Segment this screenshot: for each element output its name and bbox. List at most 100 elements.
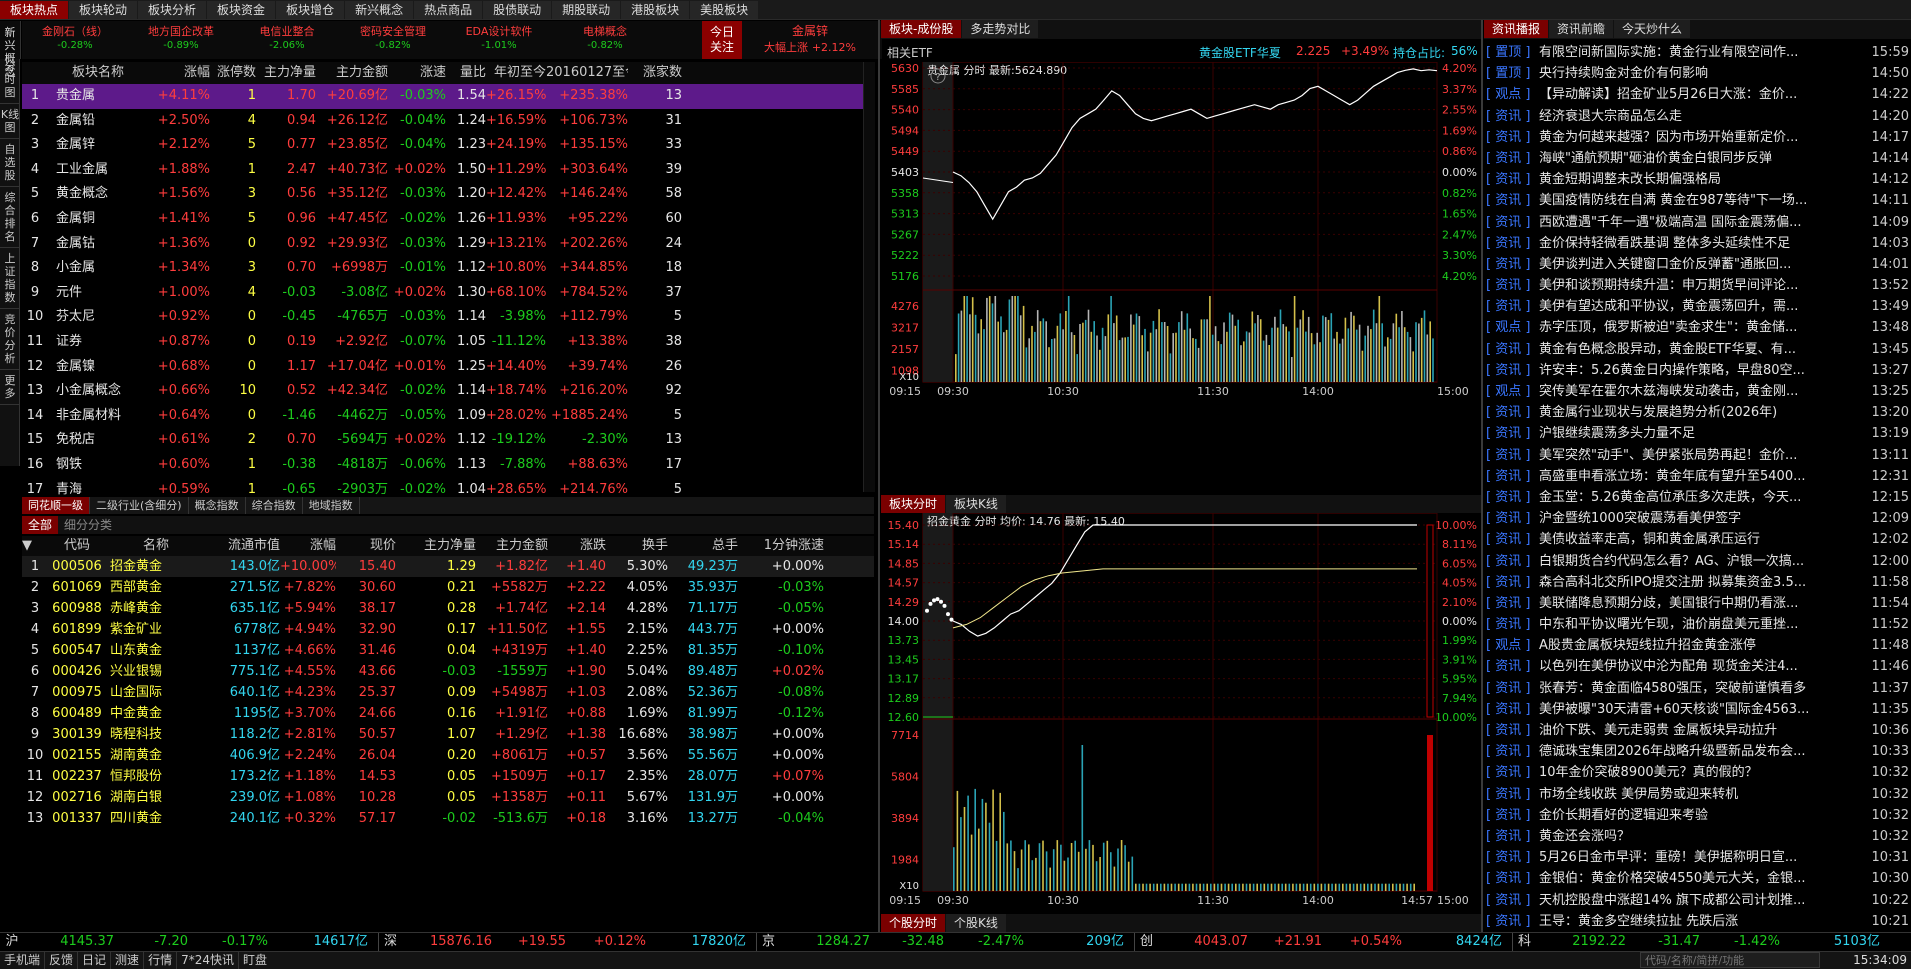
- stock-row[interactable]: 6 000426 兴业银锡 775.1亿 +4.55% 43.66 -0.03 -1559万 +…: [22, 661, 874, 682]
- sector-row[interactable]: 5 黄金概念 +1.56% 3 0.56 +35.12亿 -0.03% 1.20+12.42%…: [22, 182, 874, 207]
- stock-header-cell[interactable]: 现价: [336, 536, 396, 556]
- stock-header-cell[interactable]: 名称: [106, 536, 206, 556]
- news-item[interactable]: [ 资讯 ] 黄金短期调整未改长期偏强格局 14:12: [1484, 169, 1911, 190]
- news-item[interactable]: [ 资讯 ] 美联储降息预期分歧，美国银行中期仍看涨... 11:54: [1484, 593, 1911, 614]
- stock-header-cell[interactable]: 代码: [48, 536, 106, 556]
- sector-intraday-chart[interactable]: 贵金属 分时 最新:5624.890 5630 4.20% 5585 3.37% 5540…: [881, 62, 1481, 402]
- sector-category-tab[interactable]: 概念指数: [189, 497, 246, 514]
- sector-category-tab[interactable]: 综合指数: [246, 497, 303, 514]
- stock-header-cell[interactable]: 主力净量: [396, 536, 476, 556]
- chart-tab[interactable]: 多走势对比: [962, 20, 1039, 38]
- news-item[interactable]: [ 资讯 ] 黄金有色概念股异动，黄金股ETF华夏、有... 13:45: [1484, 339, 1911, 360]
- sector-row[interactable]: 10 芬太尼 +0.92% 0 -0.45 -4765万 -0.03% 1.14 -3.98% +…: [22, 305, 874, 330]
- stock-row[interactable]: 5 600547 山东黄金 1137亿 +4.66% 31.46 0.04 +4319万 +1.…: [22, 640, 874, 661]
- left-menu-item[interactable]: 综合排名: [0, 187, 20, 248]
- header-cell[interactable]: 年初至今: [486, 62, 546, 84]
- news-item[interactable]: [ 观点 ] 赤字压顶，俄罗斯被迫"卖金求生"：黄金储... 13:48: [1484, 317, 1911, 338]
- chart-tab[interactable]: 板块-成份股: [881, 20, 962, 38]
- stock-header-cell[interactable]: 流通市值: [206, 536, 280, 556]
- stock-row[interactable]: 1 000506 招金黄金 143.0亿+10.00% 15.40 1.29 +1.82亿 +…: [22, 556, 874, 577]
- index-item[interactable]: 深 15876.16 +19.55 +0.12% 17820亿: [378, 933, 756, 951]
- header-cell[interactable]: 涨家数: [628, 62, 682, 84]
- header-cell[interactable]: 涨速: [388, 62, 446, 84]
- header-cell[interactable]: 涨停数: [210, 62, 256, 84]
- sector-row[interactable]: 3 金属锌 +2.12% 5 0.77 +23.85亿 -0.04% 1.23+24.19% +…: [22, 133, 874, 158]
- news-item[interactable]: [ 资讯 ] 沪金暨统1000突破震荡看美伊签字 12:09: [1484, 508, 1911, 529]
- search-input[interactable]: [1641, 953, 1819, 968]
- status-item[interactable]: 盯盘: [237, 952, 271, 969]
- stock-row[interactable]: 11 002237 恒邦股份 173.2亿 +1.18% 14.53 0.05 +1509万 +…: [22, 766, 874, 787]
- news-item[interactable]: [ 资讯 ] 中东和平协议曙光乍现，油价崩盘美元重挫... 11:52: [1484, 614, 1911, 635]
- left-menu-item[interactable]: 自选股: [0, 139, 20, 187]
- stock-filter-tab[interactable]: 全部: [22, 516, 59, 534]
- status-item[interactable]: 日记: [77, 952, 110, 969]
- sector-row[interactable]: 6 金属铜 +1.41% 5 0.96 +47.45亿 -0.02% 1.26+11.93% +…: [22, 207, 874, 232]
- sector-scrollbar[interactable]: [863, 62, 875, 492]
- top-tab[interactable]: 板块分析: [138, 1, 207, 19]
- top-tab[interactable]: 板块资金: [207, 1, 276, 19]
- news-item[interactable]: [ 资讯 ] 美债收益率走高，铜和黄金属承压运行 12:02: [1484, 529, 1911, 550]
- status-item[interactable]: 行情: [143, 952, 176, 969]
- status-item[interactable]: 反馈: [44, 952, 77, 969]
- news-item[interactable]: [ 资讯 ] 森合高科北交所IPO提交注册 拟募集资金3.5... 11:58: [1484, 572, 1911, 593]
- top-tab[interactable]: 股债联动: [483, 1, 552, 19]
- news-item[interactable]: [ 资讯 ] 许安丰：5.26黄金日内操作策略，早盘80空... 13:27: [1484, 360, 1911, 381]
- stock-header-cell[interactable]: 涨跌: [548, 536, 606, 556]
- sector-category-tab[interactable]: 同花顺一级: [22, 497, 90, 514]
- news-item[interactable]: [ 资讯 ] 白银期货合约代码怎么看？AG、沪银一次搞... 12:00: [1484, 551, 1911, 572]
- news-item[interactable]: [ 资讯 ] 天机控股盘中涨超14% 旗下成都公司计划推... 10:22: [1484, 890, 1911, 911]
- top-tab[interactable]: 港股板块: [621, 1, 690, 19]
- status-item[interactable]: 7*24快讯: [176, 952, 238, 969]
- news-item[interactable]: [ 资讯 ] 海峡"通航预期"砸油价黄金白银同步反弹 14:14: [1484, 148, 1911, 169]
- sector-row[interactable]: 14 非金属材料 +0.64% 0 -1.46 -4462万 -0.05% 1.09+28.0…: [22, 404, 874, 429]
- stock-header-cell[interactable]: 涨幅: [280, 536, 336, 556]
- top-tab[interactable]: 期股联动: [552, 1, 621, 19]
- stock-header-cell[interactable]: 换手: [606, 536, 668, 556]
- news-item[interactable]: [ 资讯 ] 经济衰退大宗商品怎么走 14:20: [1484, 106, 1911, 127]
- chart-tab[interactable]: 个股K线: [946, 914, 1006, 932]
- status-item[interactable]: 手机端: [0, 952, 44, 969]
- status-item[interactable]: 测速: [110, 952, 143, 969]
- sector-row[interactable]: 12 金属镍 +0.68% 0 1.17 +17.04亿 +0.01% 1.25+14.40%…: [22, 355, 874, 380]
- filter-icon[interactable]: ▼: [22, 536, 48, 556]
- index-item[interactable]: 京 1284.27 -32.48 -2.47% 209亿: [756, 933, 1134, 951]
- sector-row[interactable]: 13 小金属概念 +0.66% 10 0.52 +42.34亿 -0.02% 1.14+18.…: [22, 379, 874, 404]
- ticker-item[interactable]: 金刚石（线） -0.28%: [22, 21, 128, 53]
- news-item[interactable]: [ 资讯 ] 市场全线收跌 美伊局势或迎来转机 10:32: [1484, 784, 1911, 805]
- chart-tab[interactable]: 个股分时: [881, 914, 946, 932]
- news-tab[interactable]: 今天炒什么: [1614, 20, 1691, 38]
- sector-row[interactable]: 1 贵金属 +4.11% 1 1.70 +20.69亿 -0.03% 1.54+26.15% +…: [22, 84, 874, 109]
- news-item[interactable]: [ 资讯 ] 金玉堂：5.26黄金高位承压多次走跌，今天... 12:15: [1484, 487, 1911, 508]
- news-item[interactable]: [ 资讯 ] 油价下跌、美元走弱贵 金属板块异动拉升 10:36: [1484, 720, 1911, 741]
- top-tab[interactable]: 板块增仓: [276, 1, 345, 19]
- news-item[interactable]: [ 观点 ] A股贵金属板块短线拉升招金黄金涨停 11:48: [1484, 635, 1911, 656]
- news-item[interactable]: [ 资讯 ] 黄金还会涨吗？ 10:32: [1484, 826, 1911, 847]
- stock-intraday-chart[interactable]: 招金黄金 分时 均价: 14.76 最新: 15.40 15.40 10.00% 15…: [881, 513, 1481, 913]
- news-item[interactable]: [ 资讯 ] 美伊和谈预期持续升温：申万期货早间评论... 13:52: [1484, 275, 1911, 296]
- search-box[interactable]: [1640, 952, 1820, 968]
- news-item[interactable]: [ 资讯 ] 美军突然"动手"、美伊紧张局势再起！金价... 13:11: [1484, 445, 1911, 466]
- header-cell[interactable]: 涨幅: [136, 62, 210, 84]
- stock-row[interactable]: 9 300139 晓程科技 118.2亿 +2.81% 50.57 1.07 +1.29亿 +1…: [22, 724, 874, 745]
- ticker-item[interactable]: 密码安全管理 -0.82%: [340, 21, 446, 53]
- left-menu-item[interactable]: 更多: [0, 370, 20, 405]
- news-item[interactable]: [ 资讯 ] 以色列在美伊协议中沦为配角 现货金关注4... 11:46: [1484, 656, 1911, 677]
- chart-tab[interactable]: 板块K线: [946, 495, 1006, 513]
- top-tab[interactable]: 新兴概念: [345, 1, 414, 19]
- news-item[interactable]: [ 资讯 ] 黄金属行业现状与发展趋势分析(2026年) 13:20: [1484, 402, 1911, 423]
- news-item[interactable]: [ 资讯 ] 5月26日金市早评：重磅！美伊据称明日宣... 10:31: [1484, 847, 1911, 868]
- stock-row[interactable]: 3 600988 赤峰黄金 635.1亿 +5.94% 38.17 0.28 +1.74亿 +2…: [22, 598, 874, 619]
- header-cell[interactable]: 量比: [446, 62, 486, 84]
- top-tab[interactable]: 热点商品: [414, 1, 483, 19]
- news-item[interactable]: [ 资讯 ] 西欧遭遇"千年一遇"极端高温 国际金震荡偏... 14:09: [1484, 212, 1911, 233]
- sector-row[interactable]: 8 小金属 +1.34% 3 0.70 +6998万 -0.01% 1.12+10.80% +3…: [22, 256, 874, 281]
- news-item[interactable]: [ 资讯 ] 美国疫情防线在自满 黄金在987等待"下一场... 14:11: [1484, 190, 1911, 211]
- index-item[interactable]: 创 4043.07 +21.91 +0.54% 8424亿: [1134, 933, 1512, 951]
- sector-category-tab[interactable]: 二级行业(含细分): [90, 497, 189, 514]
- header-cell[interactable]: 20160127至今: [546, 62, 628, 84]
- sector-row[interactable]: 4 工业金属 +1.88% 1 2.47 +40.73亿 +0.02% 1.50+11.29%…: [22, 158, 874, 183]
- header-cell[interactable]: 板块名称: [48, 62, 136, 84]
- index-item[interactable]: 科 2192.22 -31.47 -1.42% 5103亿: [1512, 933, 1890, 951]
- top-tab[interactable]: 美股板块: [690, 1, 759, 19]
- top-tab[interactable]: 板块轮动: [69, 1, 138, 19]
